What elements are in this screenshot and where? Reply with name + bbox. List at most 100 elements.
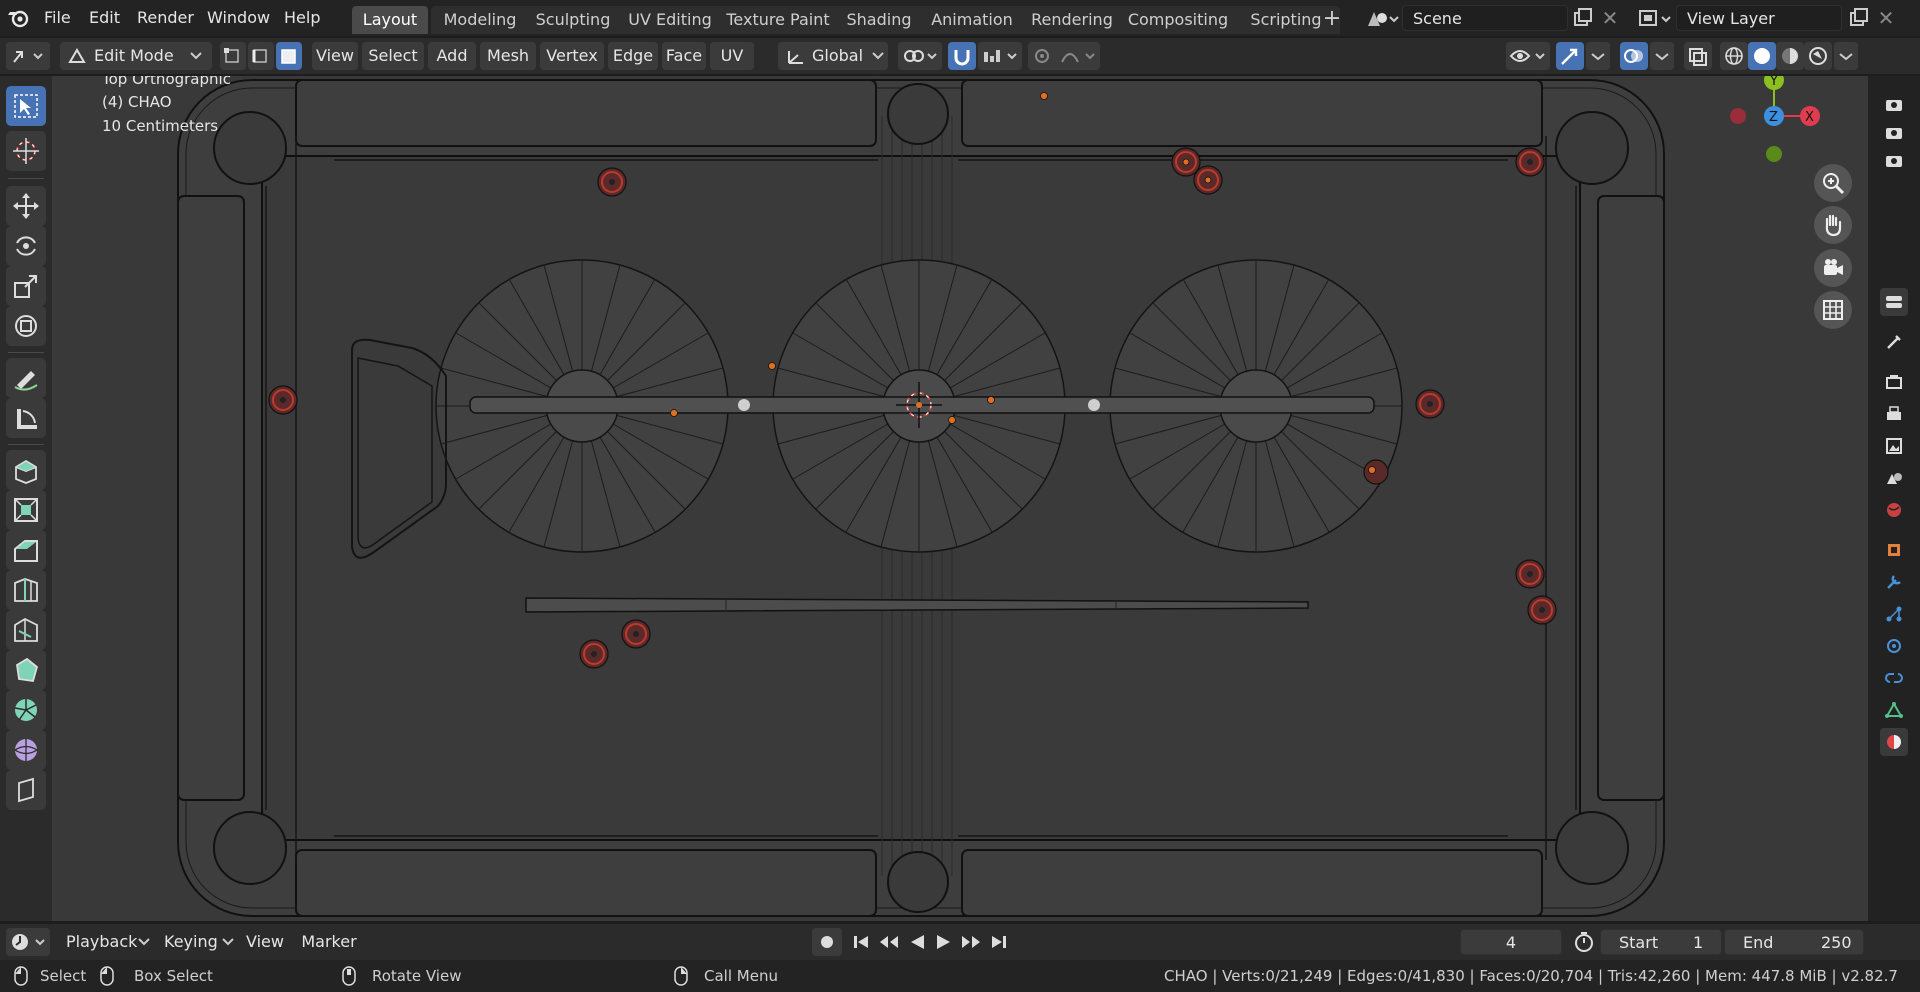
loopcut-icon[interactable] [6, 570, 46, 610]
proportional-edit-button[interactable] [1028, 42, 1100, 70]
tab-layout[interactable]: Layout [352, 6, 428, 34]
output-properties-icon[interactable] [1880, 400, 1908, 428]
editor-type-button[interactable] [6, 42, 50, 70]
transform-icon[interactable] [6, 306, 46, 346]
tab-modeling[interactable]: Modeling [431, 6, 529, 34]
extrude-icon[interactable] [6, 450, 46, 490]
visibility-button[interactable] [1506, 42, 1550, 70]
cursor-icon[interactable] [6, 131, 46, 171]
playback-menu[interactable]: Playback [56, 928, 154, 956]
menu-edge[interactable]: Edge [608, 42, 658, 70]
grid-icon[interactable] [1814, 291, 1852, 329]
tool-properties-icon[interactable] [1880, 328, 1908, 356]
3d-viewport[interactable]: Top Orthographic (4) CHAO 10 Centimeters… [52, 76, 1868, 921]
next-keyframe-button[interactable] [958, 928, 984, 956]
material-properties-icon[interactable] [1880, 728, 1908, 756]
overlays-toggle-button[interactable] [1620, 42, 1648, 70]
tab-rendering[interactable]: Rendering [1018, 6, 1126, 34]
material-preview-button[interactable] [1776, 42, 1804, 70]
marker-menu[interactable]: Marker [294, 928, 364, 956]
knife-icon[interactable] [6, 610, 46, 650]
scene-properties-icon[interactable] [1880, 464, 1908, 492]
remove-scene-icon[interactable]: ✕ [1598, 6, 1622, 30]
face-select-button[interactable] [276, 42, 302, 70]
rendered-shading-button[interactable] [1804, 42, 1832, 70]
tab-texture-paint[interactable]: Texture Paint [716, 6, 840, 34]
menu-uv[interactable]: UV [710, 42, 754, 70]
menu-render[interactable]: Render [137, 6, 194, 30]
spin-icon[interactable] [6, 690, 46, 730]
gizmo-dropdown-button[interactable] [1586, 42, 1610, 70]
jump-start-button[interactable] [848, 928, 874, 956]
snap-toggle-button[interactable] [948, 42, 976, 70]
tab-shading[interactable]: Shading [833, 6, 925, 34]
record-button[interactable] [812, 928, 842, 956]
end-frame-field[interactable]: End 250 [1724, 929, 1864, 955]
bevel-icon[interactable] [6, 530, 46, 570]
menu-help[interactable]: Help [284, 6, 320, 30]
start-frame-field[interactable]: Start 1 [1600, 929, 1722, 955]
object-properties-icon[interactable] [1880, 536, 1908, 564]
new-scene-icon[interactable] [1570, 6, 1594, 30]
render-properties-icon[interactable] [1880, 368, 1908, 396]
xray-toggle-button[interactable] [1684, 42, 1712, 70]
current-frame-field[interactable]: 4 [1460, 929, 1562, 955]
zoom-icon[interactable] [1814, 164, 1852, 202]
tab-sculpting[interactable]: Sculpting [522, 6, 624, 34]
mode-dropdown[interactable]: Edit Mode [60, 42, 212, 70]
menu-file[interactable]: File [44, 6, 71, 30]
edge-select-button[interactable] [248, 42, 274, 70]
play-reverse-button[interactable] [904, 928, 930, 956]
modifier-properties-icon[interactable] [1880, 568, 1908, 596]
view-layer-selector-icon[interactable] [1636, 6, 1676, 32]
polybuild-icon[interactable] [6, 650, 46, 690]
menu-vertex[interactable]: Vertex [540, 42, 604, 70]
blender-logo-icon[interactable] [6, 6, 30, 30]
tab-animation[interactable]: Animation [916, 6, 1028, 34]
view-layer-name-field[interactable]: View Layer [1676, 5, 1842, 31]
scene-selector-icon[interactable] [1362, 6, 1402, 32]
world-properties-icon[interactable] [1880, 496, 1908, 524]
tab-compositing[interactable]: Compositing [1116, 6, 1240, 34]
menu-window[interactable]: Window [207, 6, 270, 30]
timeline-view-menu[interactable]: View [240, 928, 290, 956]
physics-properties-icon[interactable] [1880, 632, 1908, 660]
menu-view[interactable]: View [312, 42, 358, 70]
shear-icon[interactable] [6, 770, 46, 810]
pan-hand-icon[interactable] [1814, 206, 1852, 244]
inset-icon[interactable] [6, 490, 46, 530]
smooth-icon[interactable] [6, 730, 46, 770]
menu-face[interactable]: Face [662, 42, 706, 70]
play-button[interactable] [930, 928, 956, 956]
timeline-editor-type-button[interactable] [6, 928, 50, 956]
keying-menu[interactable]: Keying [156, 928, 238, 956]
menu-edit[interactable]: Edit [89, 6, 120, 30]
menu-add[interactable]: Add [428, 42, 476, 70]
navigation-gizmo[interactable]: Y X Z [1730, 76, 1830, 176]
scene-name-field[interactable]: Scene [1402, 5, 1568, 31]
pivot-point-button[interactable] [898, 42, 942, 70]
particles-properties-icon[interactable] [1880, 600, 1908, 628]
shading-dropdown-button[interactable] [1834, 42, 1858, 70]
rotate-icon[interactable] [6, 226, 46, 266]
camera-visibility-icon[interactable] [1880, 118, 1908, 146]
wireframe-shading-button[interactable] [1720, 42, 1748, 70]
prev-keyframe-button[interactable] [876, 928, 902, 956]
constraints-properties-icon[interactable] [1880, 664, 1908, 692]
jump-end-button[interactable] [986, 928, 1012, 956]
new-view-layer-icon[interactable] [1846, 6, 1870, 30]
vertex-select-button[interactable] [220, 42, 246, 70]
measure-icon[interactable] [6, 398, 46, 438]
tab-uv-editing[interactable]: UV Editing [616, 6, 724, 34]
remove-view-layer-icon[interactable]: ✕ [1874, 6, 1898, 30]
transform-orientation-dropdown[interactable]: Global [778, 42, 888, 70]
menu-select[interactable]: Select [362, 42, 424, 70]
mesh-data-properties-icon[interactable] [1880, 696, 1908, 724]
camera-visibility-icon[interactable] [1880, 90, 1908, 118]
camera-icon[interactable] [1814, 249, 1852, 287]
add-workspace-icon[interactable]: + [1320, 8, 1344, 32]
annotate-icon[interactable] [6, 358, 46, 398]
scale-icon[interactable] [6, 266, 46, 306]
stopwatch-icon[interactable] [1572, 930, 1596, 954]
view-layer-properties-icon[interactable] [1880, 432, 1908, 460]
